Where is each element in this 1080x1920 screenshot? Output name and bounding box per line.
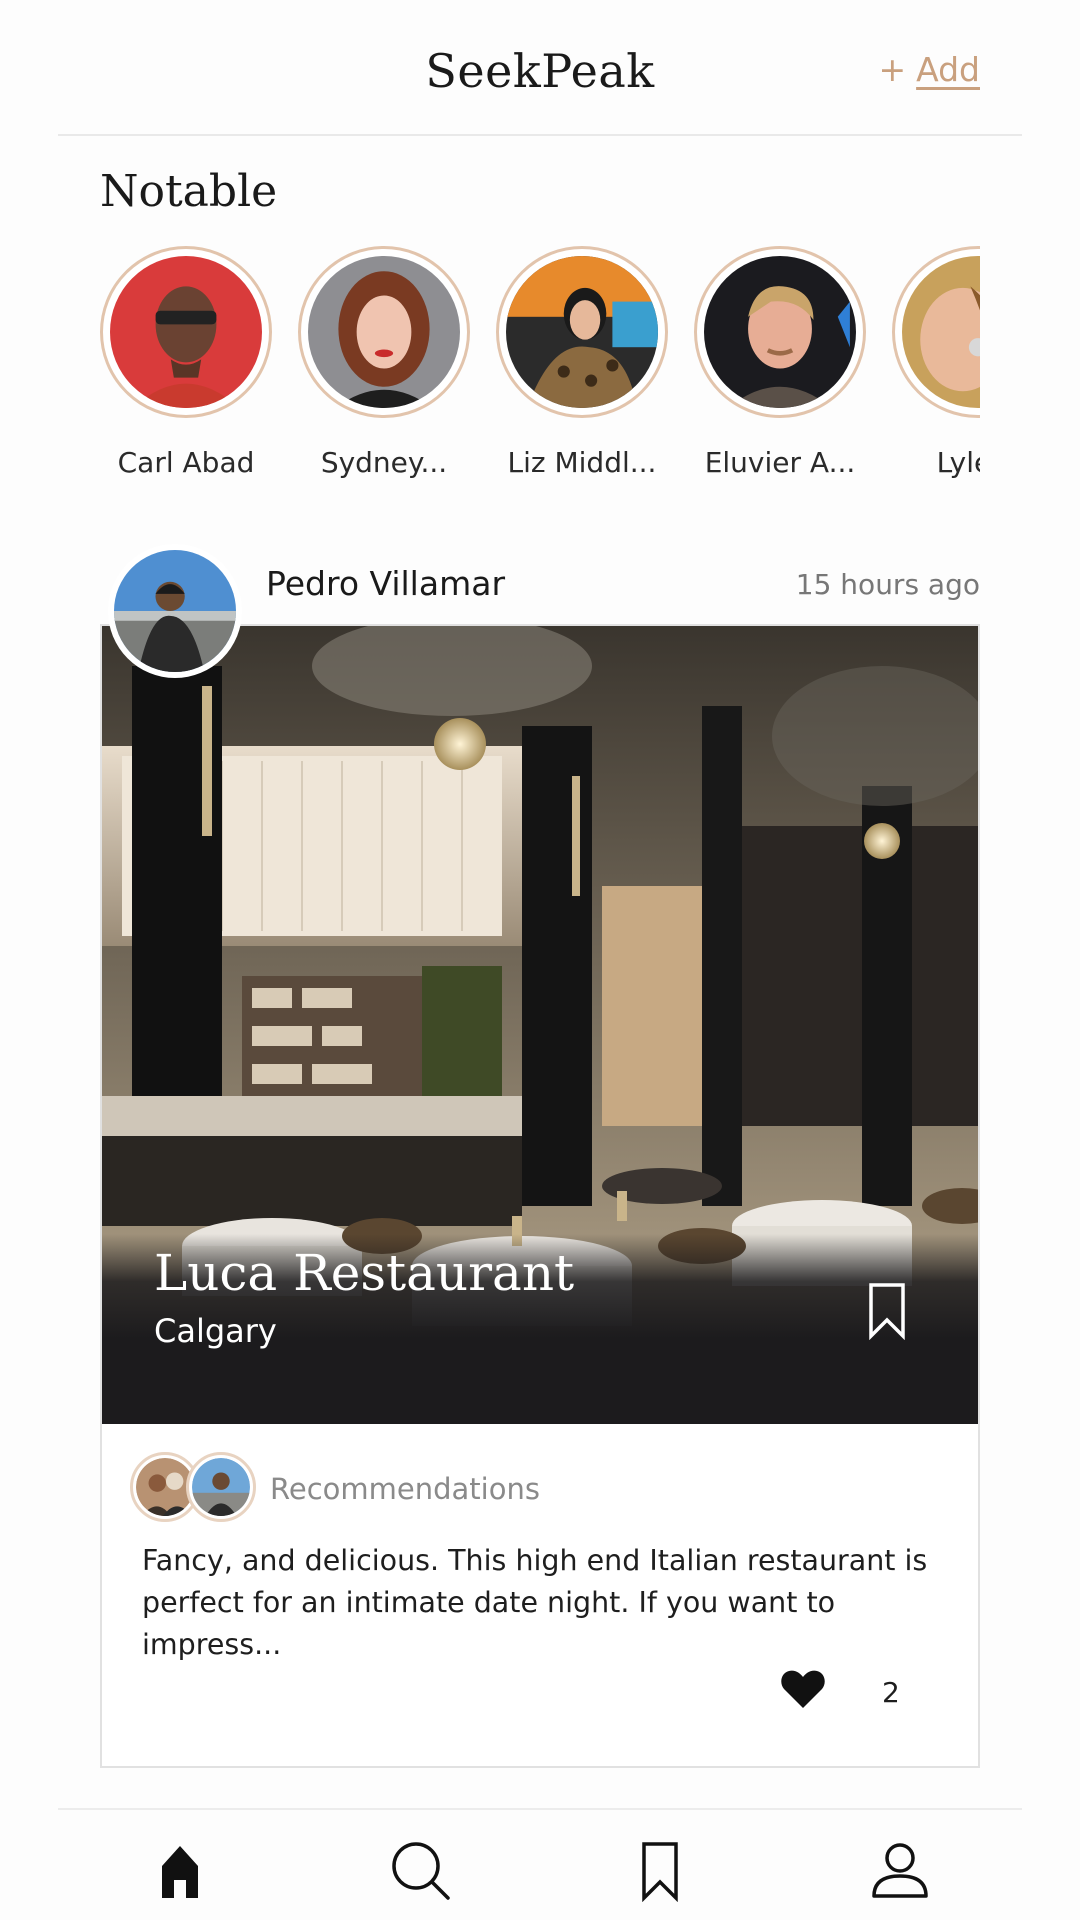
bottom-navigation xyxy=(58,1808,1022,1920)
avatar xyxy=(110,256,262,408)
avatar-ring xyxy=(496,246,668,418)
avatar-ring xyxy=(694,246,866,418)
add-button-label: Add xyxy=(916,50,980,89)
app-title: SeekPeak xyxy=(425,44,655,98)
recommendations-row[interactable]: Recommendations xyxy=(130,1452,930,1522)
plus-icon: + xyxy=(878,50,907,89)
recommendations-label: Recommendations xyxy=(270,1472,540,1506)
avatar xyxy=(308,256,460,408)
bookmark-icon[interactable] xyxy=(868,1282,906,1340)
notable-person-name: Carl Abad xyxy=(117,446,255,479)
notable-person[interactable]: Liz Middl... xyxy=(496,246,668,479)
notable-person[interactable]: Carl Abad xyxy=(100,246,272,479)
notable-person[interactable]: Eluvier A... xyxy=(694,246,866,479)
user-icon[interactable] xyxy=(868,1838,932,1902)
heart-icon[interactable] xyxy=(780,1668,826,1714)
avatar xyxy=(506,256,658,408)
like-count: 2 xyxy=(882,1676,900,1709)
avatar xyxy=(902,256,980,408)
top-bar: SeekPeak + Add xyxy=(58,0,1022,136)
avatar-ring xyxy=(892,246,980,418)
avatar-ring xyxy=(298,246,470,418)
search-icon[interactable] xyxy=(388,1838,452,1902)
place-city: Calgary xyxy=(154,1312,277,1350)
post-hero-image[interactable]: Luca Restaurant Calgary xyxy=(102,626,978,1424)
avatar-ring xyxy=(100,246,272,418)
bookmark-icon[interactable] xyxy=(628,1838,692,1903)
home-icon[interactable] xyxy=(148,1838,212,1902)
add-button[interactable]: + Add xyxy=(878,50,980,89)
post-card[interactable]: Luca Restaurant Calgary Recommendations … xyxy=(100,624,980,1768)
post-description: Fancy, and delicious. This high end Ital… xyxy=(142,1544,928,1661)
notable-person-name: Sydney... xyxy=(320,446,448,479)
recommender-avatar xyxy=(186,1452,256,1522)
notable-carousel[interactable]: Carl Abad Sydney... Liz Middl... Eluvier… xyxy=(100,246,980,496)
avatar xyxy=(114,550,236,672)
notable-section-title: Notable xyxy=(100,166,278,217)
notable-person-name: Liz Middl... xyxy=(507,446,657,479)
place-name: Luca Restaurant xyxy=(154,1244,575,1302)
notable-person-name: Lyle X xyxy=(936,446,980,479)
notable-person-name: Eluvier A... xyxy=(704,446,856,479)
post-author-avatar[interactable] xyxy=(108,544,242,678)
avatar xyxy=(704,256,856,408)
post-timestamp: 15 hours ago xyxy=(795,568,980,601)
post-author-name[interactable]: Pedro Villamar xyxy=(266,564,505,603)
notable-person[interactable]: Sydney... xyxy=(298,246,470,479)
notable-person[interactable]: Lyle X xyxy=(892,246,980,479)
